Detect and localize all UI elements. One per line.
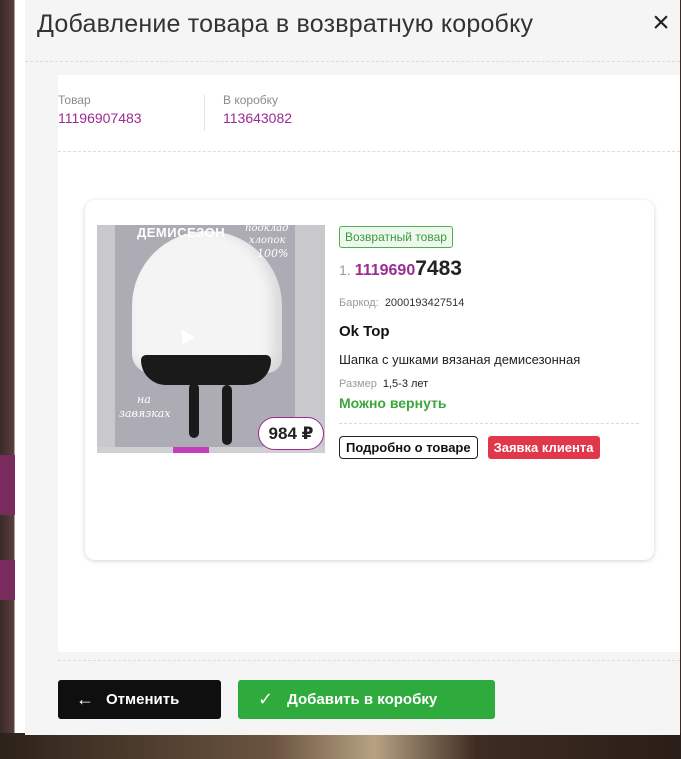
add-to-return-box-modal: Добавление товара в возвратную коробку ×…	[25, 0, 680, 735]
product-name: Шапка с ушками вязаная демисезонная	[339, 352, 581, 367]
divider	[339, 423, 639, 424]
divider	[58, 660, 680, 661]
divider	[204, 95, 205, 131]
cancel-button[interactable]: ← Отменить	[58, 680, 221, 719]
product-id-label: Товар	[58, 93, 91, 107]
size-value: 1,5-3 лет	[382, 378, 429, 390]
ids-panel: Товар 11196907483 В коробку 113643082	[58, 75, 680, 152]
add-to-box-button-label: Добавить в коробку	[287, 691, 438, 708]
image-caption-title: ДЕМИСЕЗОН	[137, 225, 226, 240]
article-line: 1. 1119690 7483	[339, 257, 644, 281]
returnable-status: Можно вернуть	[339, 395, 447, 411]
backdrop-accent	[0, 560, 15, 600]
return-item-badge: Возвратный товар	[339, 226, 453, 248]
backdrop-bottom	[0, 733, 681, 759]
product-id-block: Товар 11196907483	[58, 93, 142, 126]
arrow-left-icon: ←	[76, 689, 94, 709]
backdrop-accent	[0, 455, 15, 515]
size-label: Размер	[339, 378, 377, 390]
cancel-button-label: Отменить	[106, 691, 180, 708]
close-icon[interactable]: ×	[644, 8, 678, 42]
article-number-prefix: 1119690	[354, 262, 416, 279]
barcode-value: 2000193427514	[384, 297, 465, 309]
product-id-value: 11196907483	[58, 110, 142, 126]
hat-tie-shape	[222, 385, 232, 445]
image-caption-note: 100%	[257, 247, 289, 260]
image-caption-note: завязках	[119, 407, 171, 420]
barcode-line: Баркод: 2000193427514	[339, 297, 644, 309]
barcode-label: Баркод:	[339, 297, 379, 309]
content-panel: ДЕМИСЕЗОН подклад хлопок 100% на завязка…	[58, 152, 680, 652]
box-id-value: 113643082	[223, 110, 293, 126]
check-icon: ✓	[258, 689, 274, 709]
card-buttons: Подробно о товаре Заявка клиента	[339, 436, 644, 459]
image-caption-note: подклад	[245, 225, 289, 234]
hat-tie-shape	[189, 383, 199, 438]
product-details-button[interactable]: Подробно о товаре	[339, 436, 478, 459]
article-number-suffix: 7483	[415, 257, 462, 280]
add-to-box-button[interactable]: ✓ Добавить в коробку	[238, 680, 495, 719]
box-id-block: В коробку 113643082	[223, 93, 292, 126]
article-index: 1.	[339, 262, 351, 278]
modal-header: Добавление товара в возвратную коробку ×	[25, 0, 680, 62]
image-carousel-active-segment	[173, 447, 209, 453]
price-badge: 984 ₽	[258, 417, 324, 450]
modal-title: Добавление товара в возвратную коробку	[37, 10, 534, 38]
product-card: ДЕМИСЕЗОН подклад хлопок 100% на завязка…	[85, 200, 654, 560]
product-image[interactable]: ДЕМИСЕЗОН подклад хлопок 100% на завязка…	[97, 225, 325, 453]
product-info: Возвратный товар 1. 1119690 7483 Баркод:…	[339, 226, 644, 459]
image-caption-note: хлопок	[249, 235, 286, 246]
image-caption-note: на	[137, 393, 151, 406]
product-brand: Ok Top	[339, 323, 390, 340]
size-line: Размер 1,5-3 лет	[339, 378, 644, 390]
client-request-button[interactable]: Заявка клиента	[487, 436, 600, 459]
hat-band-shape	[141, 355, 271, 385]
box-id-label: В коробку	[223, 93, 279, 107]
